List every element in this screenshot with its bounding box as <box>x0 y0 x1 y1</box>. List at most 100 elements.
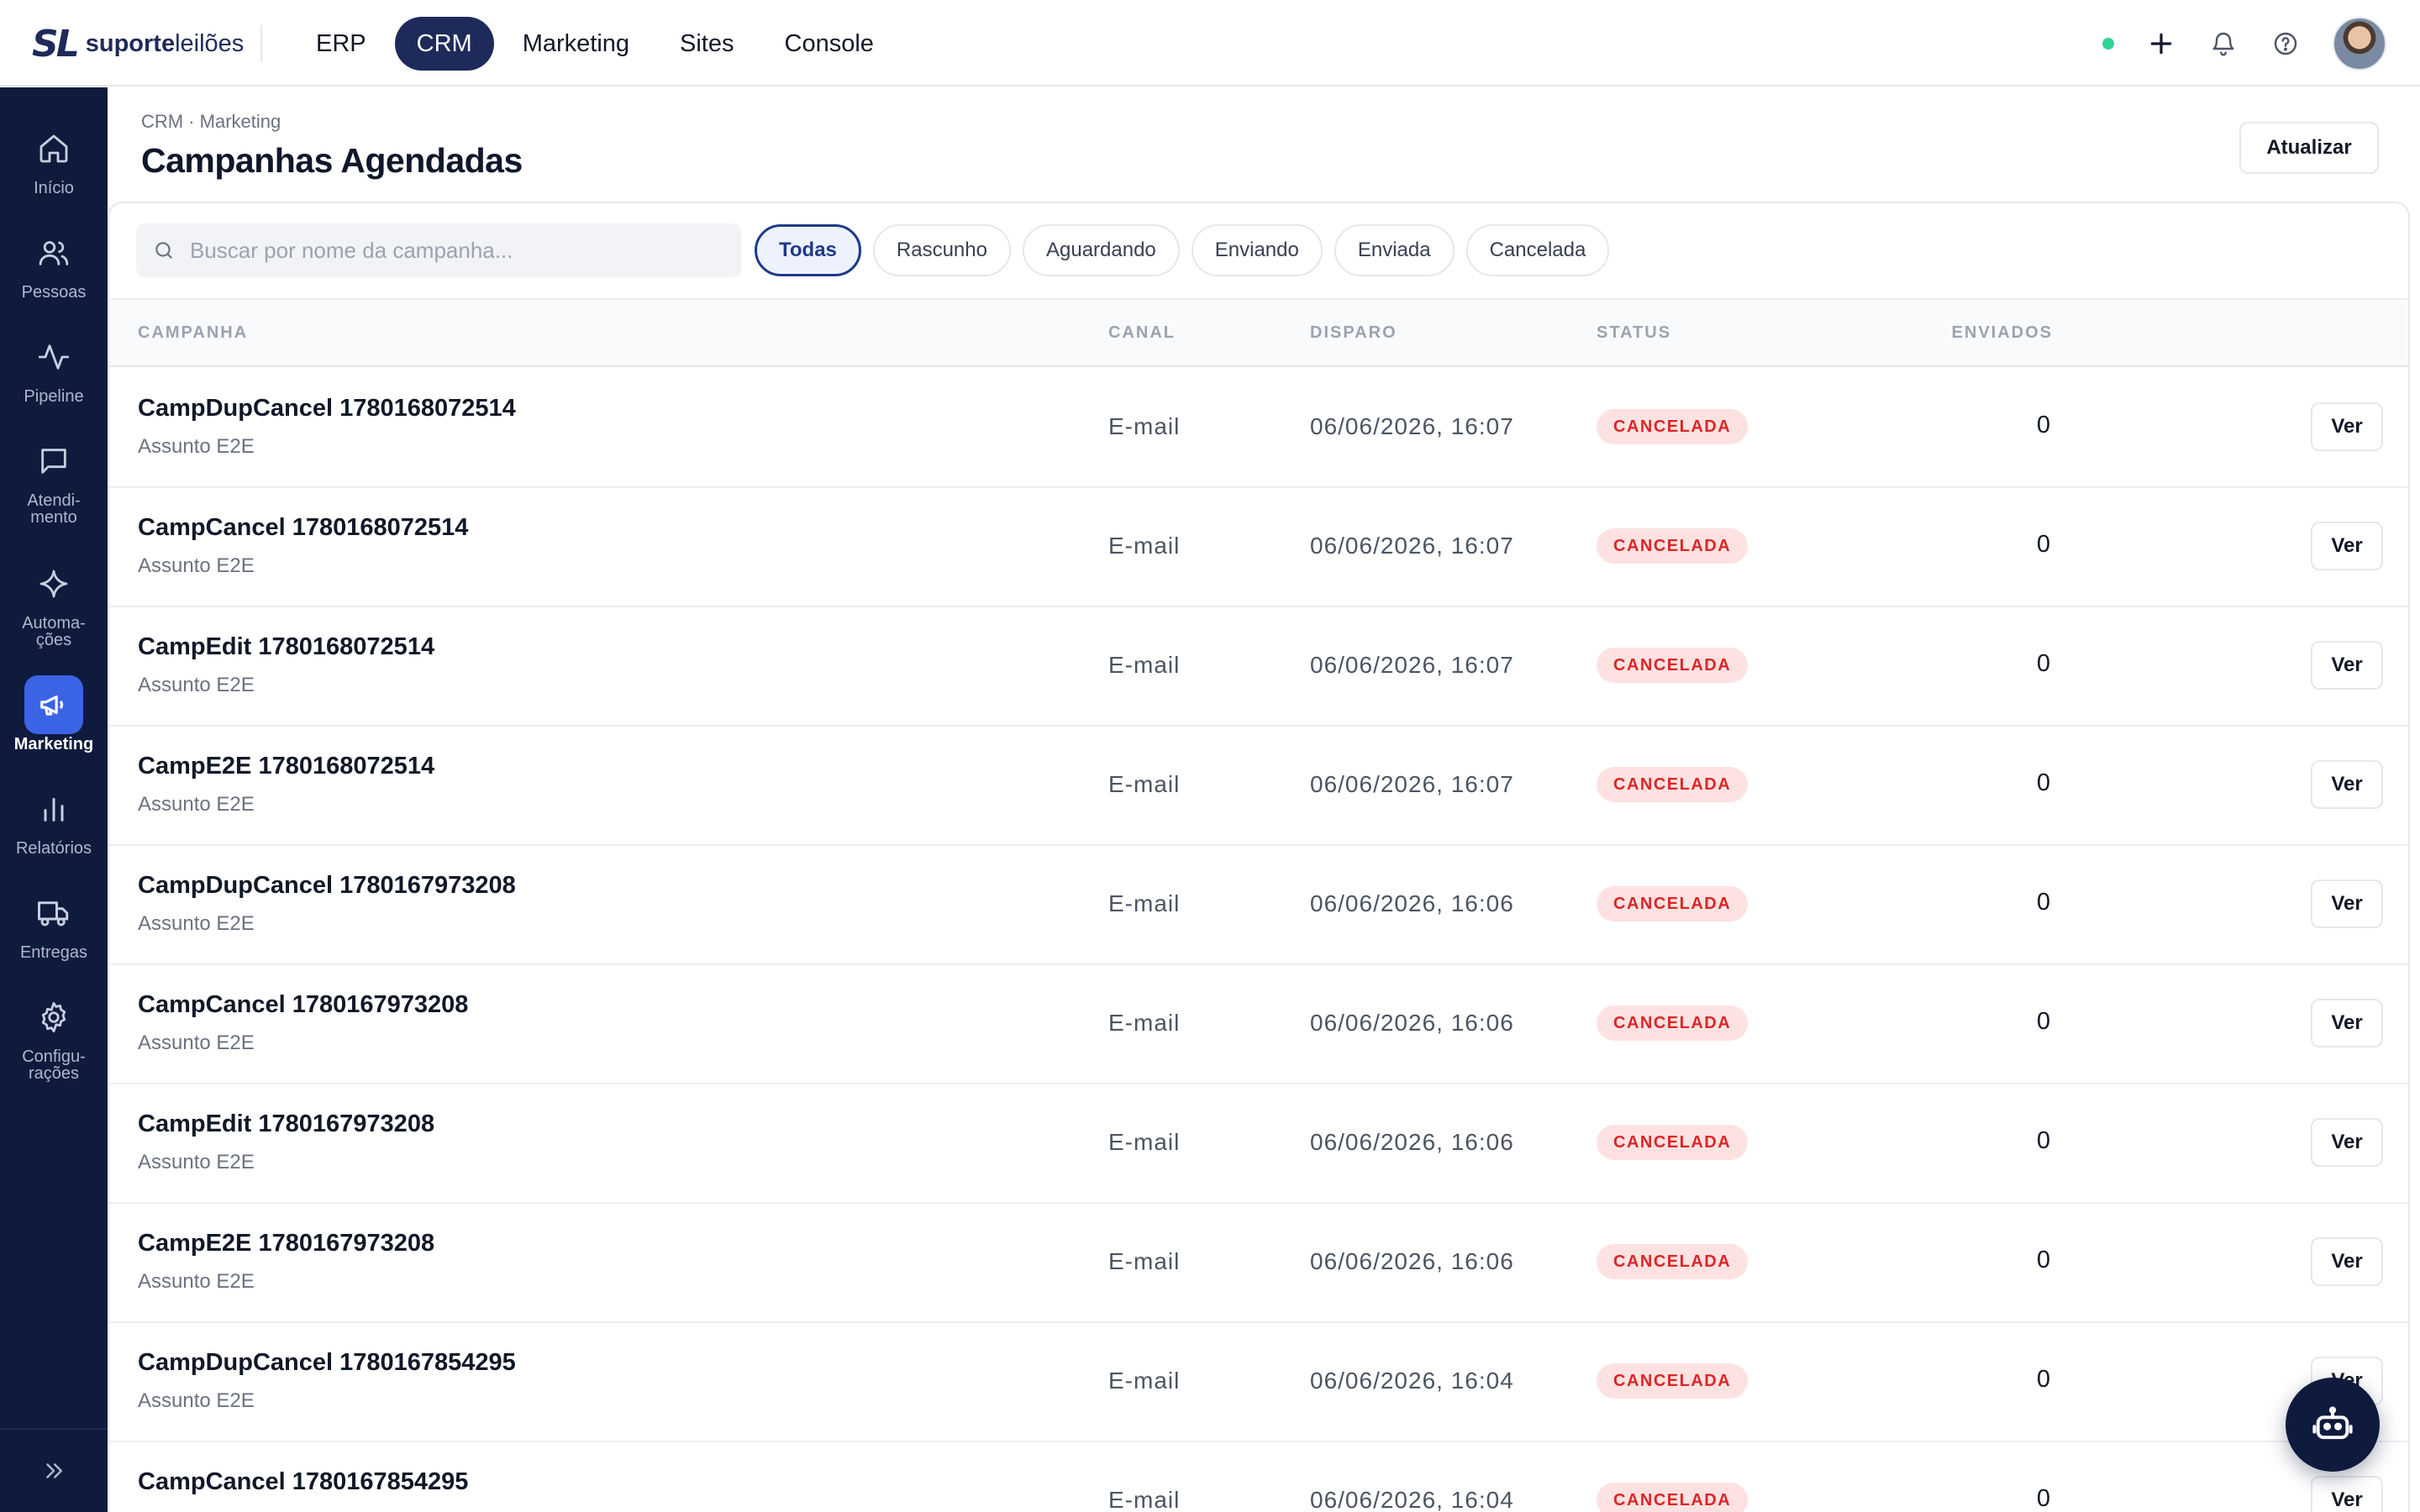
campaign-channel: E-mail <box>1108 1129 1181 1155</box>
campaign-name: CampEdit 1780168072514 <box>138 633 435 660</box>
campaign-send-time: 06/06/2026, 16:04 <box>1310 1368 1514 1394</box>
sidebar-item-pipeline[interactable]: Pipeline <box>0 328 108 405</box>
sidebar-item-automacoes[interactable]: Automa- ções <box>0 554 108 648</box>
plus-icon[interactable] <box>2146 29 2176 59</box>
sidebar-item-atendimento[interactable]: Atendi- mento <box>0 432 108 526</box>
campaign-name: CampDupCancel 1780167973208 <box>138 872 516 899</box>
view-campaign-button[interactable]: Ver <box>2311 641 2383 690</box>
robot-icon <box>2312 1406 2353 1440</box>
status-badge: CANCELADA <box>1597 648 1749 683</box>
campaign-send-time: 06/06/2026, 16:06 <box>1310 1248 1514 1274</box>
column-header-enviados: ENVIADOS <box>1951 323 2053 342</box>
column-header-status: STATUS <box>1597 323 1672 342</box>
table-row[interactable]: CampDupCancel 1780167854295 Assunto E2E E-… <box>109 1322 2408 1442</box>
campaign-send-time: 06/06/2026, 16:04 <box>1310 1487 1514 1512</box>
table-row[interactable]: CampE2E 1780168072514 Assunto E2E E-mail 06… <box>109 726 2408 846</box>
activity-icon <box>24 328 83 386</box>
campaign-name: CampCancel 1780167973208 <box>138 991 469 1018</box>
campaign-channel: E-mail <box>1108 533 1181 559</box>
campaign-send-time: 06/06/2026, 16:07 <box>1310 413 1514 439</box>
status-badge: CANCELADA <box>1597 767 1749 802</box>
page-title: Campanhas Agendadas <box>141 141 523 180</box>
sidebar-item-configuracoes[interactable]: Configu- rações <box>0 988 108 1082</box>
campaign-sent-count: 0 <box>2036 889 2050 916</box>
tab-console[interactable]: Console <box>763 17 896 71</box>
status-badge: CANCELADA <box>1597 1005 1749 1041</box>
sidebar-item-label: Automa- ções <box>22 614 86 649</box>
gear-icon <box>24 988 83 1047</box>
sparkle-icon <box>24 554 83 613</box>
filter-enviada[interactable]: Enviada <box>1334 224 1455 276</box>
campaign-send-time: 06/06/2026, 16:06 <box>1310 1129 1514 1155</box>
bar-chart-icon <box>24 780 83 838</box>
bell-icon[interactable] <box>2208 29 2238 59</box>
sidebar-expand-button[interactable] <box>0 1428 108 1512</box>
campaign-channel: E-mail <box>1108 1248 1181 1274</box>
brand-mark: SL <box>32 22 80 66</box>
status-badge: CANCELADA <box>1597 1125 1749 1160</box>
status-badge: CANCELADA <box>1597 1483 1749 1512</box>
campaign-name: CampEdit 1780167973208 <box>138 1110 435 1137</box>
campaign-name: CampCancel 1780168072514 <box>138 514 469 541</box>
view-campaign-button[interactable]: Ver <box>2311 522 2383 570</box>
view-campaign-button[interactable]: Ver <box>2311 1118 2383 1167</box>
message-icon <box>24 432 83 491</box>
user-avatar[interactable] <box>2333 17 2386 71</box>
chevrons-right-icon <box>46 1463 62 1478</box>
table-row[interactable]: CampCancel 1780168072514 Assunto E2E E-mai… <box>109 487 2408 607</box>
table-row[interactable]: CampCancel 1780167973208 Assunto E2E E-mai… <box>109 964 2408 1084</box>
top-actions <box>2102 17 2386 71</box>
table-row[interactable]: CampDupCancel 1780167973208 Assunto E2E E-… <box>109 845 2408 965</box>
campaign-send-time: 06/06/2026, 16:07 <box>1310 771 1514 797</box>
tab-sites[interactable]: Sites <box>658 17 755 71</box>
campaign-channel: E-mail <box>1108 413 1181 439</box>
users-icon <box>24 223 83 282</box>
filter-aguardando[interactable]: Aguardando <box>1022 224 1180 276</box>
sidebar-item-label: Relatórios <box>15 839 92 858</box>
search-box[interactable] <box>136 223 741 277</box>
campaign-subject: Assunto E2E <box>138 1151 255 1173</box>
assistant-bot-button[interactable] <box>2286 1378 2380 1472</box>
campaign-subject: Assunto E2E <box>138 793 255 816</box>
truck-icon <box>24 884 83 942</box>
sidebar-item-label: Pessoas <box>21 283 87 302</box>
view-campaign-button[interactable]: Ver <box>2311 1237 2383 1286</box>
filter-todas[interactable]: Todas <box>755 224 861 276</box>
filter-cancelada[interactable]: Cancelada <box>1465 224 1610 276</box>
filter-rascunho[interactable]: Rascunho <box>872 224 1011 276</box>
status-filters: Todas Rascunho Aguardando Enviando Envia… <box>755 224 1610 276</box>
campaign-channel: E-mail <box>1108 1010 1181 1036</box>
table-row[interactable]: CampCancel 1780167854295 E-mail 06/06/2026… <box>109 1441 2408 1512</box>
table-row[interactable]: CampE2E 1780167973208 Assunto E2E E-mail 06… <box>109 1203 2408 1323</box>
sidebar-item-pessoas[interactable]: Pessoas <box>0 223 108 301</box>
view-campaign-button[interactable]: Ver <box>2311 402 2383 451</box>
campaign-subject: Assunto E2E <box>138 674 255 696</box>
brand-logo[interactable]: SL suporteleilões <box>32 22 244 66</box>
table-row[interactable]: CampEdit 1780167973208 Assunto E2E E-mail 0… <box>109 1084 2408 1204</box>
tab-crm[interactable]: CRM <box>394 17 494 71</box>
sidebar-item-entregas[interactable]: Entregas <box>0 884 108 961</box>
campaign-subject: Assunto E2E <box>138 554 255 577</box>
status-badge: CANCELADA <box>1597 1244 1749 1279</box>
refresh-button[interactable]: Atualizar <box>2239 122 2379 174</box>
view-campaign-button[interactable]: Ver <box>2311 879 2383 928</box>
tab-marketing[interactable]: Marketing <box>501 17 651 71</box>
status-badge: CANCELADA <box>1597 528 1749 564</box>
campaign-channel: E-mail <box>1108 771 1181 797</box>
filter-enviando[interactable]: Enviando <box>1191 224 1323 276</box>
view-campaign-button[interactable]: Ver <box>2311 999 2383 1047</box>
sidebar-item-marketing[interactable]: Marketing <box>0 675 108 753</box>
view-campaign-button[interactable]: Ver <box>2311 1476 2383 1512</box>
campaign-channel: E-mail <box>1108 890 1181 916</box>
table-row[interactable]: CampDupCancel 1780168072514 Assunto E2E E-… <box>109 368 2408 488</box>
campaign-sent-count: 0 <box>2036 1127 2050 1154</box>
table-row[interactable]: CampEdit 1780168072514 Assunto E2E E-mail 0… <box>109 606 2408 727</box>
sidebar-item-inicio[interactable]: Início <box>0 119 108 197</box>
search-input[interactable] <box>190 237 711 264</box>
sidebar-item-relatorios[interactable]: Relatórios <box>0 780 108 857</box>
campaign-sent-count: 0 <box>2036 1247 2050 1273</box>
view-campaign-button[interactable]: Ver <box>2311 760 2383 809</box>
campaign-name: CampDupCancel 1780168072514 <box>138 395 516 422</box>
tab-erp[interactable]: ERP <box>294 17 388 71</box>
help-icon[interactable] <box>2270 29 2301 59</box>
